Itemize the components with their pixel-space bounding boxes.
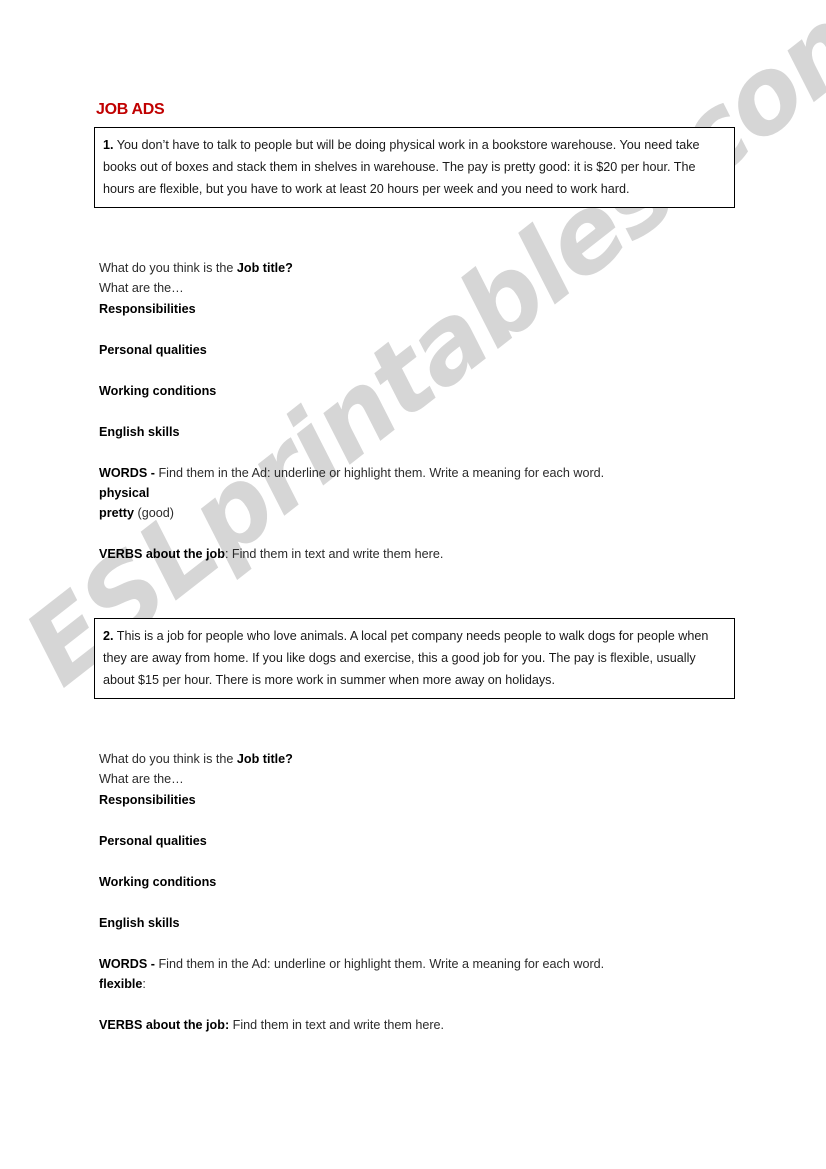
word-gloss-2-1: : bbox=[142, 977, 146, 991]
word-term-2-1: flexible bbox=[99, 977, 143, 991]
job-ad-text-2: 2. This is a job for people who love ani… bbox=[103, 625, 726, 691]
heading-working-conditions-2: Working conditions bbox=[99, 875, 217, 889]
job-title-label-2: Job title? bbox=[236, 752, 293, 766]
words-label-1: WORDS - bbox=[99, 466, 155, 480]
heading-personal-qualities-1: Personal qualities bbox=[99, 343, 207, 357]
job-ad-box-1: 1. You don’t have to talk to people but … bbox=[94, 127, 735, 208]
job-title-prompt-2: What do you think is the Job title? bbox=[99, 749, 749, 769]
word-gloss-1-2: (good) bbox=[134, 506, 174, 520]
heading-responsibilities-2: Responsibilities bbox=[99, 793, 196, 807]
words-instruction-1: WORDS - Find them in the Ad: underline o… bbox=[99, 463, 749, 483]
job-ad-body-1: You don’t have to talk to people but wil… bbox=[103, 138, 700, 196]
verbs-instruction-2: VERBS about the job: Find them in text a… bbox=[99, 1015, 749, 1035]
word-entry-2-1: flexible: bbox=[99, 974, 749, 994]
job-ad-body-2: This is a job for people who love animal… bbox=[103, 629, 709, 687]
word-term-1-1: physical bbox=[99, 486, 150, 500]
heading-english-skills-2: English skills bbox=[99, 916, 180, 930]
what-are-the-1: What are the… bbox=[99, 281, 184, 295]
job-ad-box-2: 2. This is a job for people who love ani… bbox=[94, 618, 735, 699]
job-title-prompt-1: What do you think is the Job title? bbox=[99, 258, 749, 278]
verbs-instruction-text-1: Find them in text and write them here. bbox=[228, 547, 444, 561]
verbs-label-2: VERBS about the job: bbox=[99, 1018, 230, 1032]
question-block-2: What do you think is the Job title? What… bbox=[99, 749, 749, 1035]
job-title-prompt-text-2: What do you think is the bbox=[99, 752, 237, 766]
job-ad-number-2: 2. bbox=[103, 629, 114, 643]
heading-personal-qualities-2: Personal qualities bbox=[99, 834, 207, 848]
word-term-1-2: pretty bbox=[99, 506, 134, 520]
word-entry-1-2: pretty (good) bbox=[99, 503, 749, 523]
what-are-the-2: What are the… bbox=[99, 772, 184, 786]
page-title: JOB ADS bbox=[96, 101, 165, 118]
job-ad-text-1: 1. You don’t have to talk to people but … bbox=[103, 134, 726, 200]
job-title-label-1: Job title? bbox=[236, 261, 293, 275]
word-entry-1-1: physical bbox=[99, 483, 749, 503]
words-instruction-text-2: Find them in the Ad: underline or highli… bbox=[154, 957, 605, 971]
job-title-prompt-text-1: What do you think is the bbox=[99, 261, 237, 275]
verbs-instruction-1: VERBS about the job: Find them in text a… bbox=[99, 544, 749, 564]
verbs-instruction-text-2: Find them in text and write them here. bbox=[229, 1018, 445, 1032]
words-instruction-text-1: Find them in the Ad: underline or highli… bbox=[154, 466, 605, 480]
question-block-1: What do you think is the Job title? What… bbox=[99, 258, 749, 564]
words-label-2: WORDS - bbox=[99, 957, 155, 971]
words-instruction-2: WORDS - Find them in the Ad: underline o… bbox=[99, 954, 749, 974]
worksheet-page: JOB ADS 1. You don’t have to talk to peo… bbox=[0, 0, 826, 1169]
heading-english-skills-1: English skills bbox=[99, 425, 180, 439]
job-ad-number-1: 1. bbox=[103, 138, 114, 152]
heading-responsibilities-1: Responsibilities bbox=[99, 302, 196, 316]
heading-working-conditions-1: Working conditions bbox=[99, 384, 217, 398]
verbs-label-1: VERBS about the job bbox=[99, 547, 225, 561]
